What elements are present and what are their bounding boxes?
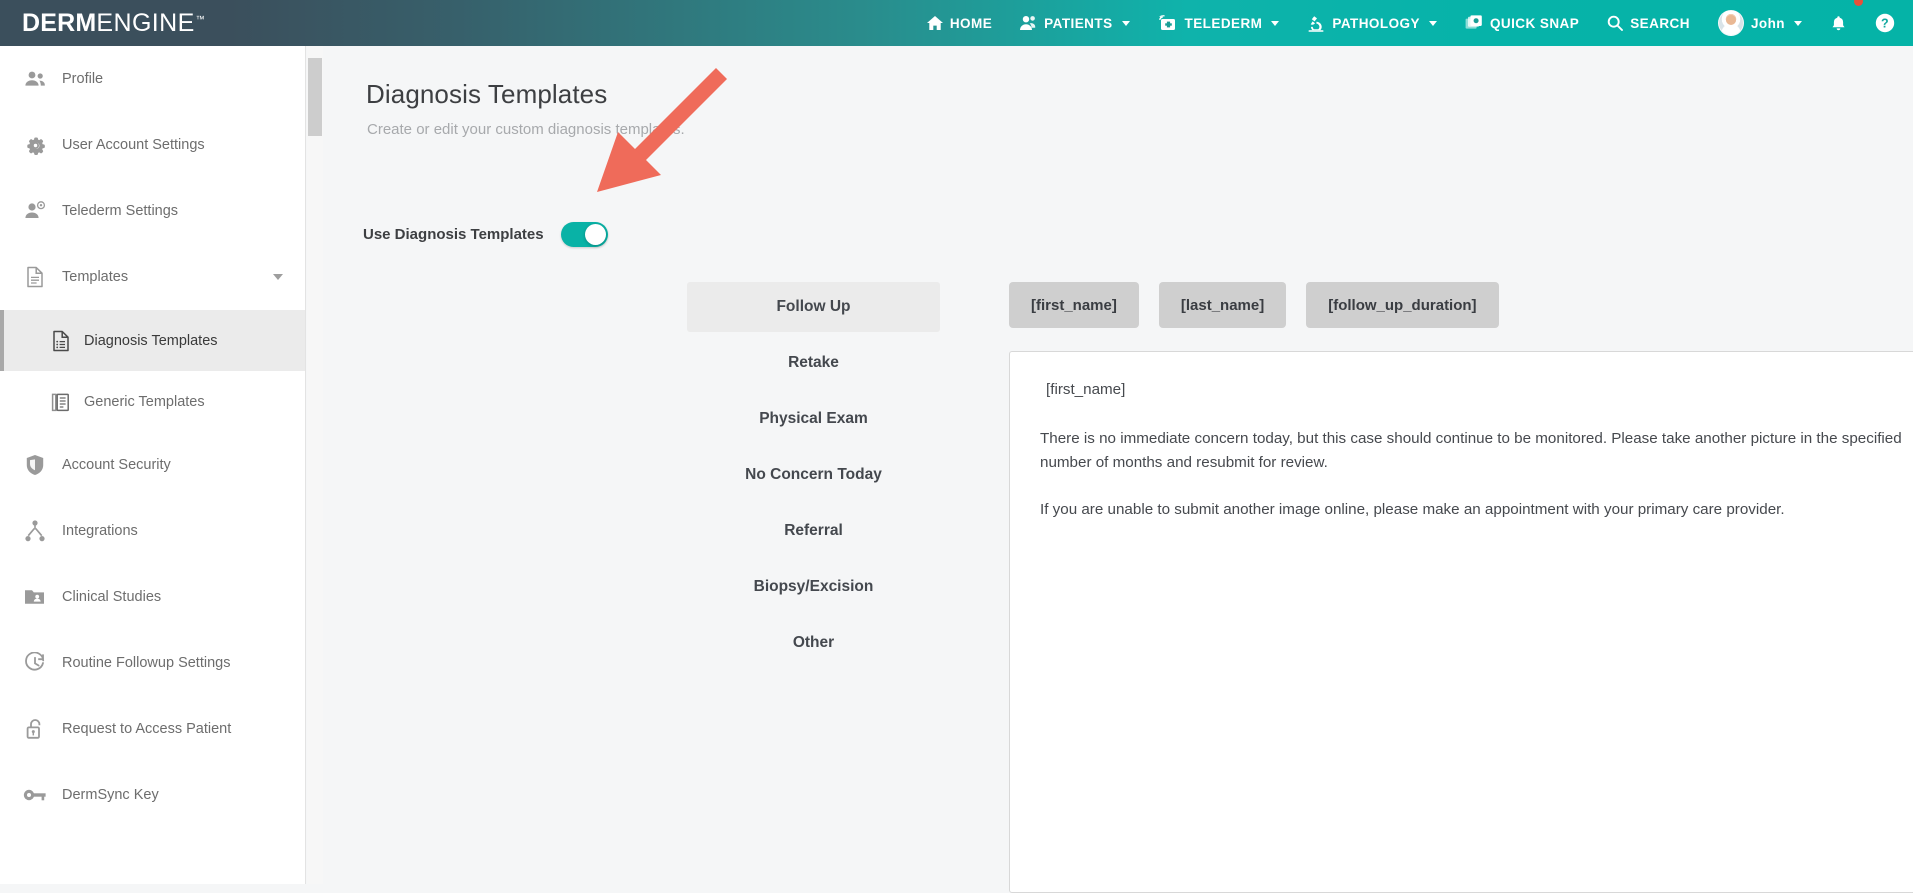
clock-refresh-icon (8, 652, 62, 674)
user-settings-icon (8, 201, 62, 221)
sidebar-scrollbar-thumb[interactable] (308, 58, 322, 136)
nav-item-home[interactable]: HOME (913, 0, 1006, 46)
main-content: Diagnosis Templates Create or edit your … (323, 46, 1913, 893)
nav-item-notifications[interactable] (1816, 0, 1863, 46)
telederm-icon (1158, 15, 1178, 31)
document-list-icon (38, 330, 84, 352)
nav-item-telederm[interactable]: TELEDERM (1144, 0, 1294, 46)
sidebar-item-integrations[interactable]: Integrations (0, 498, 305, 564)
sidebar-item-profile[interactable]: Profile (0, 46, 305, 112)
nav-item-quick-snap[interactable]: QUICK SNAP (1451, 0, 1593, 46)
bell-icon (1830, 15, 1847, 32)
top-nav-items: HOME PATIENTS TELEDERM PATHOLOGY QUICK S… (913, 0, 1913, 46)
svg-text:?: ? (1881, 17, 1889, 31)
help-icon: ? (1875, 13, 1895, 33)
nav-item-quick-snap-label: QUICK SNAP (1489, 15, 1580, 31)
documents-copy-icon (38, 391, 84, 413)
sidebar-item-user-account-settings-label: User Account Settings (62, 137, 205, 153)
chevron-down-icon[interactable] (273, 274, 283, 280)
placeholder-chip-first-name[interactable]: [first_name] (1009, 282, 1139, 328)
template-text-editor[interactable]: [first_name] There is no immediate conce… (1009, 351, 1913, 893)
sidebar-item-templates-label: Templates (62, 269, 129, 285)
editor-paragraph-1: There is no immediate concern today, but… (1040, 429, 1902, 472)
patients-icon (1020, 15, 1037, 31)
template-category-retake[interactable]: Retake (687, 338, 940, 388)
sidebar-scrollbar[interactable] (307, 46, 323, 884)
sidebar-item-diagnosis-templates[interactable]: Diagnosis Templates (0, 310, 305, 371)
sidebar-item-user-account-settings[interactable]: User Account Settings (0, 112, 305, 178)
editor-greeting-line: [first_name] (1046, 381, 1126, 398)
brand-logo[interactable]: DERM ENGINE ™ (22, 9, 205, 38)
sidebar-item-diagnosis-templates-label: Diagnosis Templates (84, 332, 218, 349)
nav-item-pathology-label: PATHOLOGY (1332, 15, 1420, 31)
template-category-referral[interactable]: Referral (687, 506, 940, 556)
template-category-no-concern-today[interactable]: No Concern Today (687, 450, 940, 500)
photos-icon (1465, 14, 1483, 32)
shield-icon (8, 454, 62, 476)
nav-item-help[interactable]: ? (1861, 0, 1913, 46)
sidebar-item-routine-followup-settings[interactable]: Routine Followup Settings (0, 630, 305, 696)
sidebar-item-dermsync-key-label: DermSync Key (62, 787, 159, 803)
microscope-icon (1307, 15, 1325, 32)
gear-icon (8, 135, 62, 156)
nav-item-patients[interactable]: PATIENTS (1006, 0, 1143, 46)
page-title: Diagnosis Templates (366, 79, 608, 109)
sidebar-item-account-security[interactable]: Account Security (0, 432, 305, 498)
placeholder-chip-list: [first_name] [last_name] [follow_up_dura… (1009, 282, 1499, 328)
unlock-icon (8, 718, 62, 740)
sidebar-item-clinical-studies-label: Clinical Studies (62, 589, 162, 605)
template-category-physical-exam[interactable]: Physical Exam (687, 394, 940, 444)
placeholder-chip-last-name[interactable]: [last_name] (1158, 282, 1287, 328)
sidebar-item-request-to-access-patient[interactable]: Request to Access Patient (0, 696, 305, 762)
left-sidebar: Profile User Account Settings Telederm S… (0, 46, 306, 884)
sidebar-item-integrations-label: Integrations (62, 523, 138, 539)
sidebar-item-telederm-settings[interactable]: Telederm Settings (0, 178, 305, 244)
editor-paragraph-2: If you are unable to submit another imag… (1040, 500, 1785, 518)
placeholder-chip-follow-up-duration[interactable]: [follow_up_duration] (1306, 282, 1499, 328)
brand-logo-light: ENGINE (96, 8, 195, 37)
sidebar-item-clinical-studies[interactable]: Clinical Studies (0, 564, 305, 630)
nav-item-patients-label: PATIENTS (1044, 15, 1113, 31)
sidebar-item-templates[interactable]: Templates (0, 244, 305, 310)
template-category-other[interactable]: Other (687, 618, 940, 668)
template-category-follow-up[interactable]: Follow Up (687, 282, 940, 332)
avatar (1717, 10, 1744, 36)
nav-item-search-label: SEARCH (1630, 15, 1690, 31)
sidebar-item-request-to-access-patient-label: Request to Access Patient (62, 721, 232, 737)
sidebar-item-profile-label: Profile (62, 71, 104, 87)
chevron-down-icon (1794, 20, 1802, 26)
page-subtitle: Create or edit your custom diagnosis tem… (367, 121, 685, 138)
sidebar-item-generic-templates-label: Generic Templates (84, 393, 205, 410)
chevron-down-icon (1271, 20, 1280, 26)
toggle-knob (584, 224, 606, 245)
integrations-icon (8, 520, 62, 542)
sidebar-item-generic-templates[interactable]: Generic Templates (0, 371, 305, 432)
use-diagnosis-templates-toggle[interactable] (560, 222, 608, 247)
folder-user-icon (8, 588, 62, 606)
nav-item-user-menu[interactable]: John (1704, 0, 1816, 46)
nav-item-home-label: HOME (949, 15, 993, 31)
use-diagnosis-templates-row: Use Diagnosis Templates (363, 222, 608, 247)
use-diagnosis-templates-label: Use Diagnosis Templates (363, 226, 544, 243)
sidebar-item-telederm-settings-label: Telederm Settings (62, 203, 179, 219)
sidebar-item-routine-followup-settings-label: Routine Followup Settings (62, 655, 231, 671)
nav-item-telederm-label: TELEDERM (1184, 15, 1263, 31)
nav-item-user-label: John (1750, 15, 1785, 31)
brand-trademark: ™ (195, 13, 206, 24)
chevron-down-icon (1428, 20, 1437, 26)
nav-item-search[interactable]: SEARCH (1593, 0, 1704, 46)
nav-item-pathology[interactable]: PATHOLOGY (1293, 0, 1451, 46)
people-icon (8, 70, 62, 88)
sidebar-item-account-security-label: Account Security (62, 457, 171, 473)
top-navigation-bar: DERM ENGINE ™ HOME PATIENTS TELEDERM PAT… (0, 0, 1913, 46)
search-icon (1607, 15, 1624, 31)
home-icon (926, 15, 943, 31)
template-category-biopsy-excision[interactable]: Biopsy/Excision (687, 562, 940, 612)
document-icon (8, 266, 62, 288)
chevron-down-icon (1121, 20, 1130, 26)
brand-logo-bold: DERM (22, 8, 97, 37)
key-icon (8, 787, 62, 803)
template-category-list: Follow Up Retake Physical Exam No Concer… (687, 282, 940, 674)
sidebar-item-dermsync-key[interactable]: DermSync Key (0, 762, 305, 828)
